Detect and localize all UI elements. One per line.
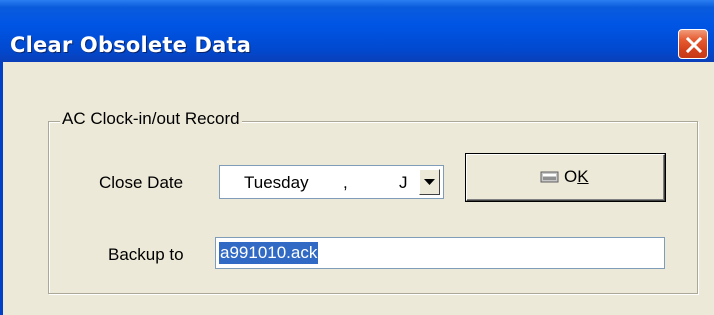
title-bar[interactable]: Clear Obsolete Data	[0, 0, 714, 62]
close-date-label: Close Date	[99, 173, 184, 192]
chevron-down-icon	[424, 179, 435, 185]
close-date-picker[interactable]: Tuesday , J	[219, 165, 444, 199]
dialog-window: Clear Obsolete Data AC Clock-in/out Reco…	[0, 0, 714, 315]
close-date-separator: ,	[343, 173, 348, 192]
backup-path-field[interactable]: a991010.ack	[215, 237, 665, 269]
eraser-icon	[540, 171, 559, 183]
ok-button-label: OK	[564, 167, 589, 186]
group-title: AC Clock-in/out Record	[60, 109, 242, 129]
backup-label: Backup to	[108, 245, 184, 264]
close-icon	[685, 36, 703, 54]
close-button[interactable]	[678, 29, 708, 59]
ok-button[interactable]: OK	[466, 154, 665, 201]
window-title: Clear Obsolete Data	[10, 33, 252, 57]
close-date-dropdown-button[interactable]	[419, 169, 440, 195]
backup-path-value: a991010.ack	[219, 242, 319, 264]
close-date-day: Tuesday	[244, 173, 309, 192]
window-border	[0, 62, 3, 315]
close-date-month: J	[399, 173, 408, 192]
